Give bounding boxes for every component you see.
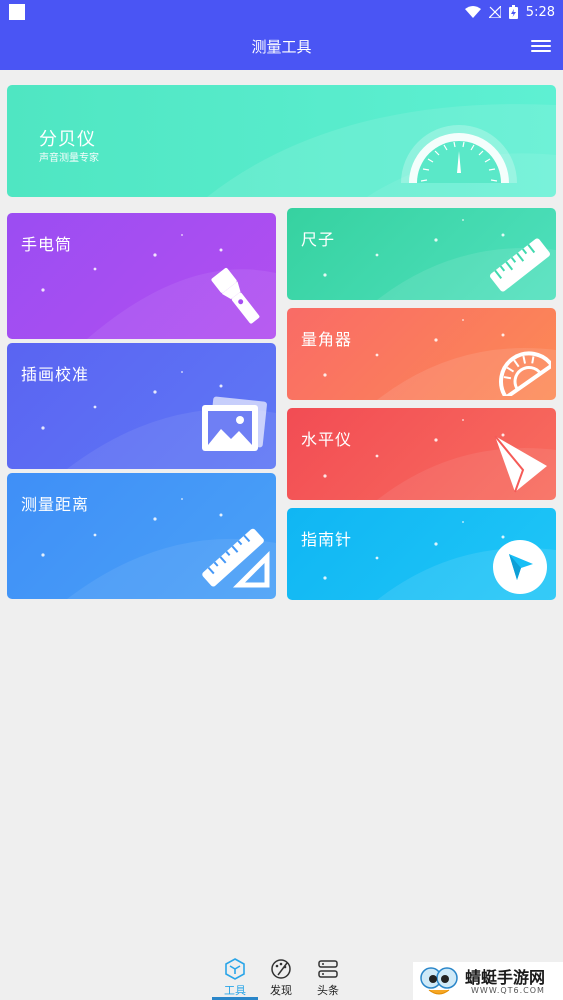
hamburger-menu-icon[interactable] bbox=[531, 37, 551, 57]
tab-discover[interactable]: 发现 bbox=[258, 956, 304, 1000]
notification-icon bbox=[9, 4, 25, 20]
watermark-title: 蜻蜓手游网 bbox=[465, 968, 546, 987]
headlines-list-icon bbox=[318, 960, 338, 978]
banner-subtitle: 声音测量专家 bbox=[39, 153, 99, 164]
ruler-card[interactable]: 尺子 bbox=[287, 208, 556, 300]
app-bar: 测量工具 bbox=[0, 24, 563, 70]
picture-icon bbox=[202, 396, 267, 451]
tab-headlines[interactable]: 头条 bbox=[305, 956, 351, 1000]
tab-tools[interactable]: 工具 bbox=[212, 956, 258, 1000]
tab-headlines-label: 头条 bbox=[317, 984, 339, 997]
wifi-icon bbox=[464, 6, 481, 18]
discover-palette-icon bbox=[271, 959, 291, 979]
protractor-card[interactable]: 量角器 bbox=[287, 308, 556, 400]
ruler-label: 尺子 bbox=[301, 230, 336, 249]
status-time: 5:28 bbox=[525, 4, 555, 20]
measure-distance-card[interactable]: 测量距离 bbox=[7, 473, 276, 599]
tab-tools-label: 工具 bbox=[224, 984, 246, 997]
page-title: 测量工具 bbox=[251, 38, 312, 56]
set-square-ruler-icon bbox=[202, 528, 270, 588]
status-bar: 5:28 bbox=[0, 0, 563, 24]
dragonfly-logo-icon bbox=[420, 967, 458, 995]
illustration-calibration-label: 插画校准 bbox=[21, 365, 90, 384]
flashlight-label: 手电筒 bbox=[21, 235, 73, 254]
ruler-icon bbox=[490, 238, 550, 292]
paper-plane-icon bbox=[494, 435, 547, 493]
decibel-gauge-icon bbox=[401, 125, 517, 183]
level-card[interactable]: 水平仪 bbox=[287, 408, 556, 500]
compass-card[interactable]: 指南针 bbox=[287, 508, 556, 600]
protractor-icon bbox=[499, 351, 551, 396]
site-watermark: 蜻蜓手游网 WWW.QT6.COM bbox=[413, 962, 563, 1000]
watermark-url: WWW.QT6.COM bbox=[471, 986, 545, 995]
tool-cube-icon bbox=[225, 958, 245, 980]
status-icons: 5:28 bbox=[464, 2, 555, 22]
illustration-calibration-card[interactable]: 插画校准 bbox=[7, 343, 276, 469]
compass-label: 指南针 bbox=[301, 530, 353, 549]
protractor-label: 量角器 bbox=[301, 330, 353, 349]
compass-icon bbox=[493, 540, 547, 594]
battery-charging-icon bbox=[508, 5, 518, 19]
flashlight-icon bbox=[211, 268, 260, 324]
tab-discover-label: 发现 bbox=[270, 984, 292, 997]
measure-distance-label: 测量距离 bbox=[21, 495, 90, 514]
level-label: 水平仪 bbox=[301, 430, 353, 449]
banner-title: 分贝仪 bbox=[39, 129, 96, 150]
flashlight-card[interactable]: 手电筒 bbox=[7, 213, 276, 339]
decibel-meter-card[interactable]: 分贝仪 声音测量专家 bbox=[7, 85, 556, 197]
no-signal-icon bbox=[488, 6, 501, 18]
